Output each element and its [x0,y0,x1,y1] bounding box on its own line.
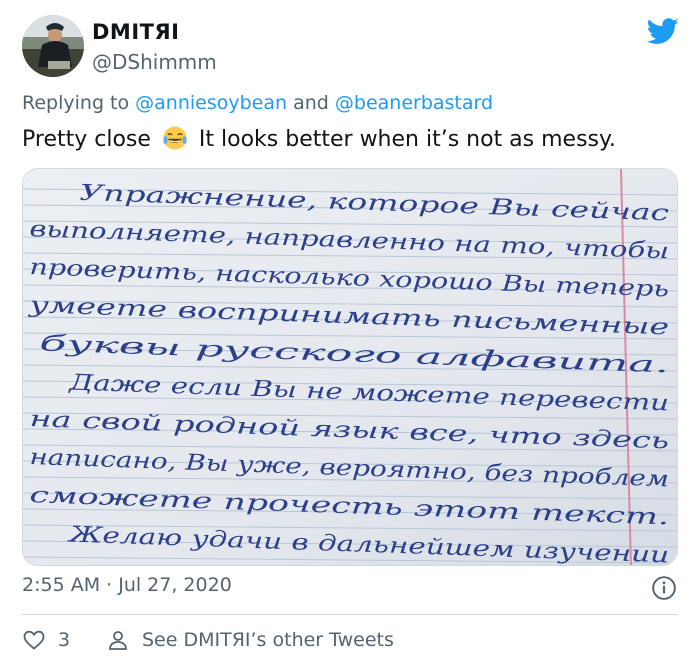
see-other-tweets-link[interactable]: See DMITЯI’s other Tweets [106,626,394,654]
tweet-text-part-2: It looks better when it’s not as messy. [198,127,616,152]
see-other-tweets-label: See DMITЯI’s other Tweets [142,629,394,651]
handwritten-notebook-photo: Упражнение, которое Вы сейчасвыполняете,… [23,169,677,565]
replying-to-line: Replying to @anniesoybean and @beanerbas… [22,92,493,114]
tweet-media-image[interactable]: Упражнение, которое Вы сейчас выполняете,… [22,168,678,566]
mention-link-anniesoybean[interactable]: @anniesoybean [135,92,287,114]
info-icon[interactable] [651,575,677,601]
mention-link-beanerbastard[interactable]: @beanerbastard [335,92,493,114]
replying-conjunction: and [287,92,335,114]
author-display-name[interactable]: DMITЯI [92,20,179,44]
heart-icon[interactable] [22,628,46,652]
person-icon [109,631,127,650]
tweet-text-part-1: Pretty close [22,127,151,152]
tweet-text: Pretty close It looks better when it’s n… [22,125,616,154]
avatar-photo [22,15,84,77]
like-button[interactable]: 3 [22,626,70,654]
like-count: 3 [58,629,71,651]
author-handle[interactable]: @DShimmm [92,50,217,74]
twitter-bird-icon[interactable] [647,18,679,45]
replying-prefix: Replying to [22,92,136,114]
tears-of-joy-emoji [163,126,187,150]
tweet-timestamp[interactable]: 2:55 AM · Jul 27, 2020 [22,574,232,596]
avatar[interactable] [22,15,84,77]
divider [22,614,678,615]
